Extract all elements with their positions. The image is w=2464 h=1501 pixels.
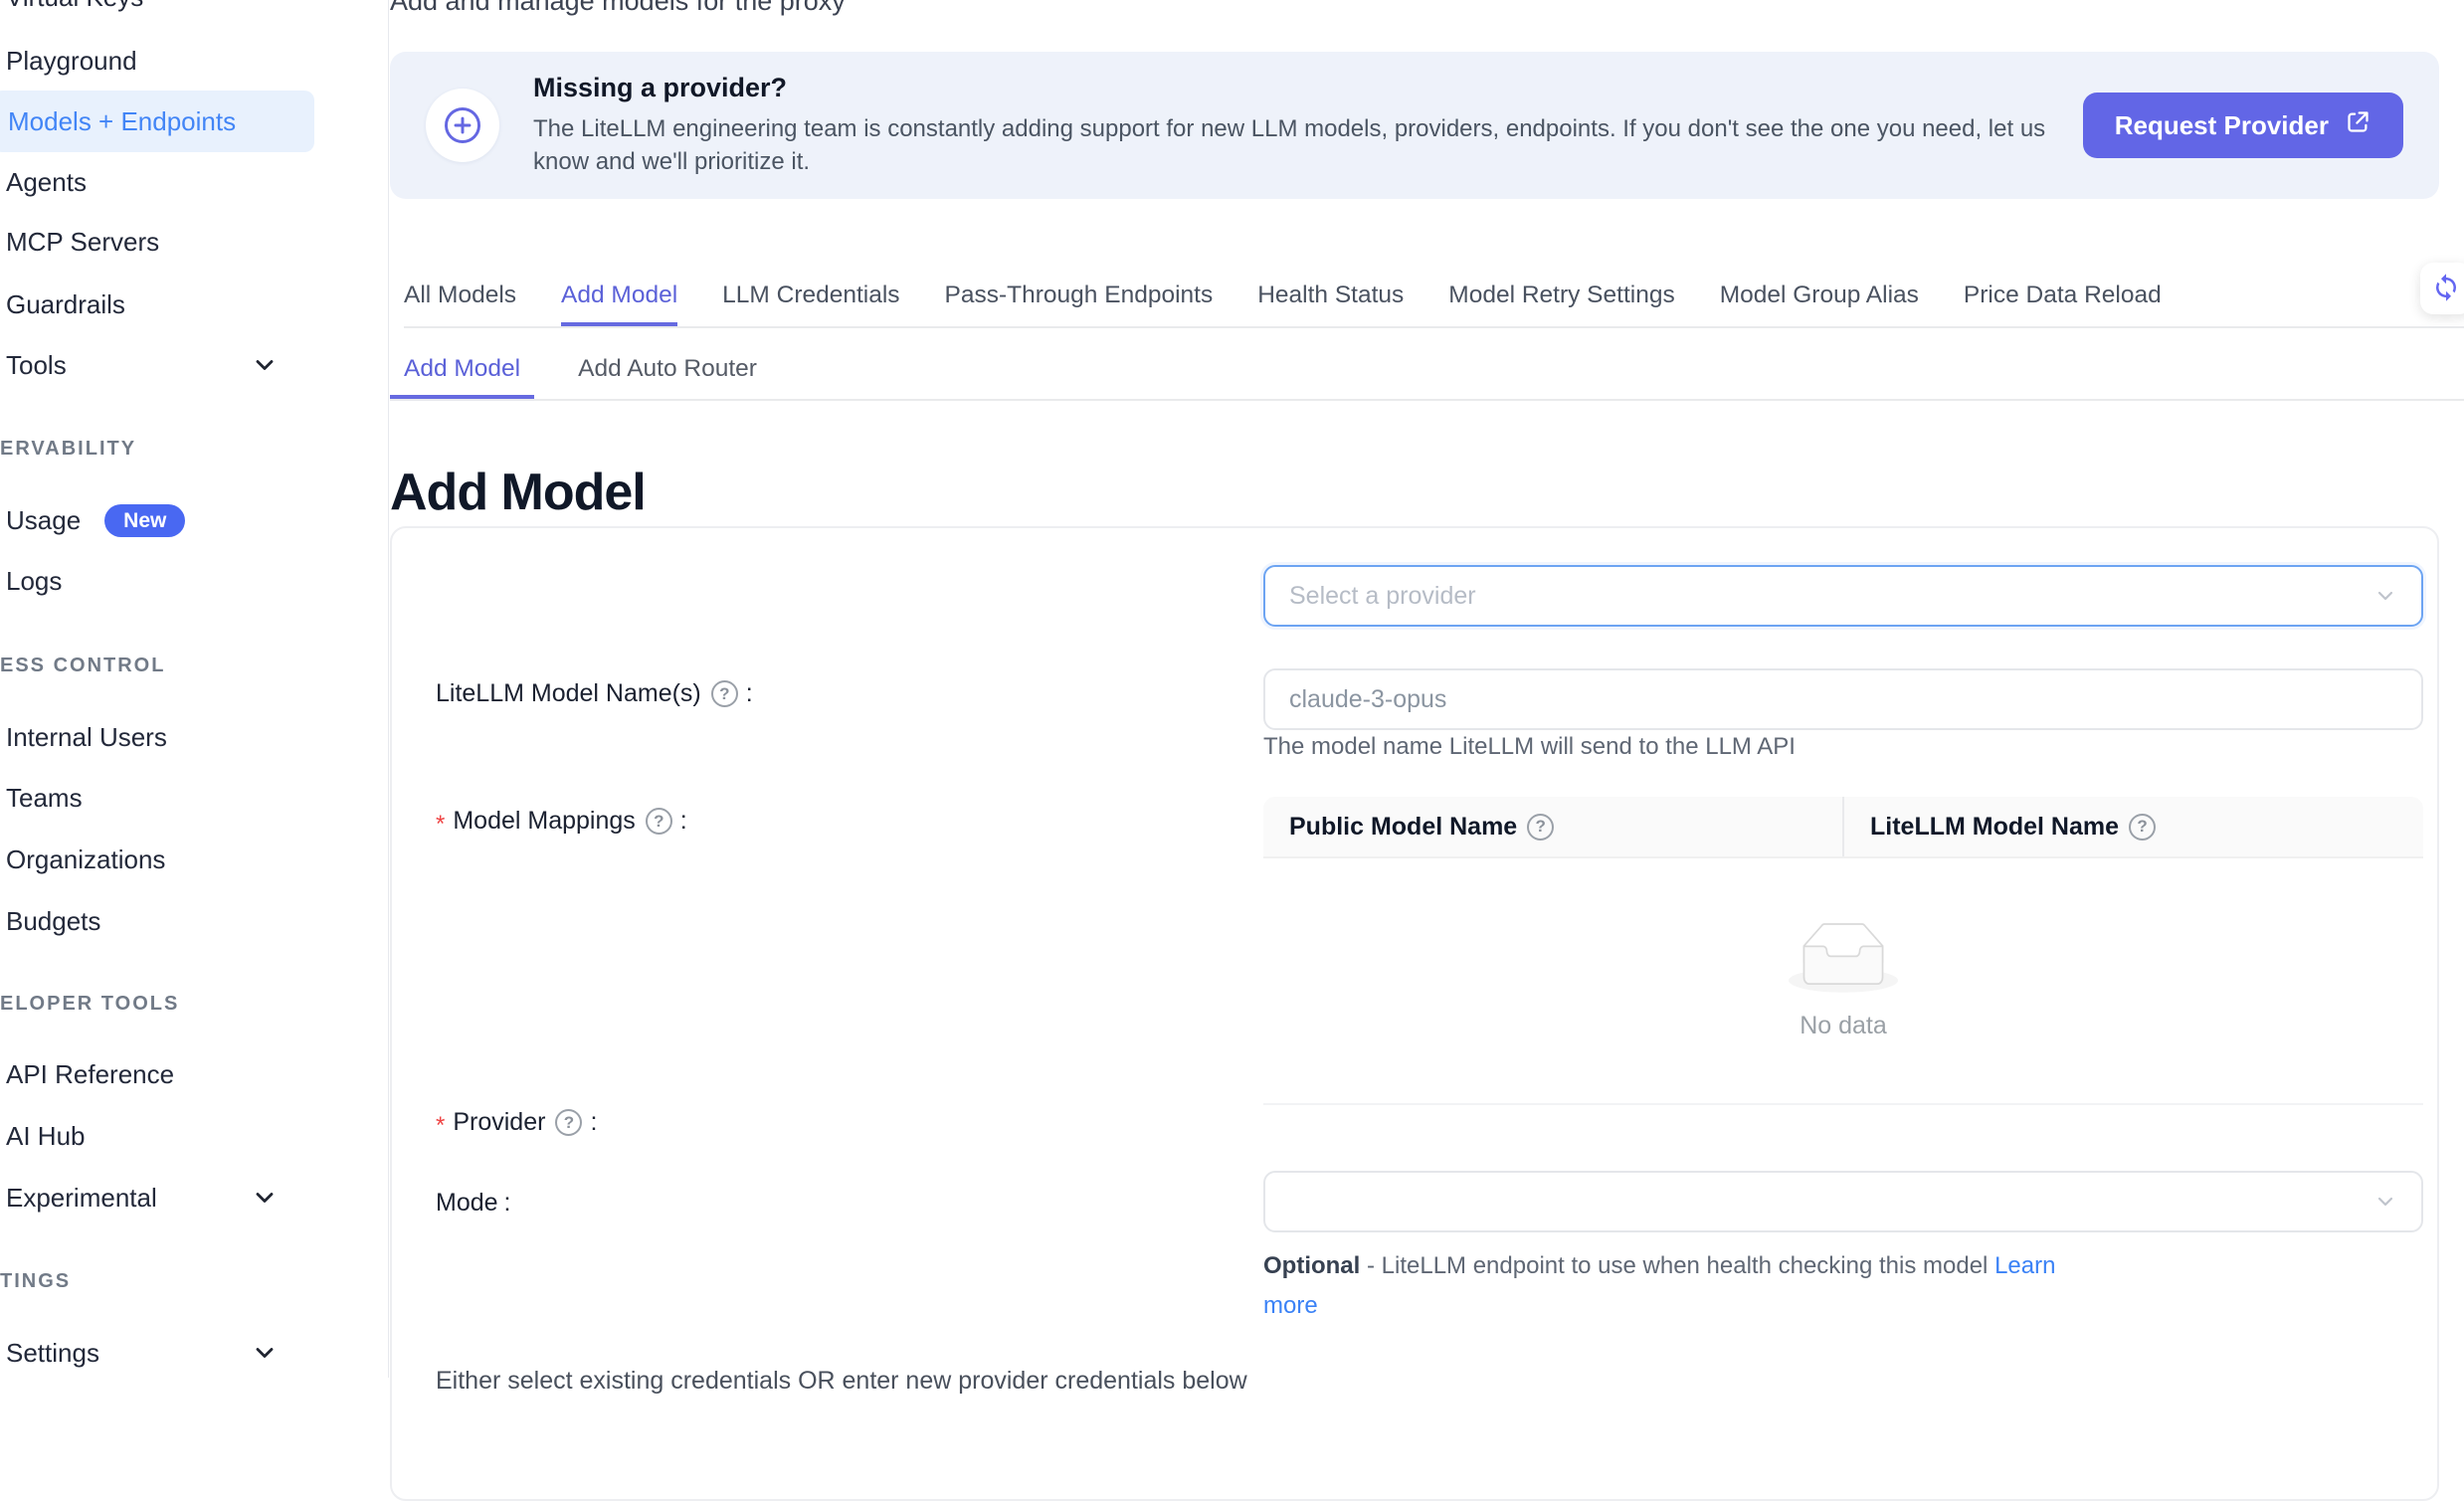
credentials-note: Either select existing credentials OR en…: [436, 1367, 1247, 1396]
chevron-down-icon: [251, 351, 279, 379]
sidebar-item-api-reference[interactable]: API Reference: [6, 1043, 364, 1105]
plus-circle-icon: [426, 89, 499, 162]
banner-body: The LiteLLM engineering team is constant…: [533, 112, 2070, 178]
sidebar-item-teams[interactable]: Teams: [6, 767, 364, 829]
sidebar-item-settings[interactable]: Settings: [6, 1322, 364, 1384]
column-header-litellm-model-name: LiteLLM Model Name: [1842, 797, 2423, 856]
provider-placeholder: Select a provider: [1289, 582, 1476, 611]
tab-model-group-alias[interactable]: Model Group Alias: [1720, 269, 1919, 326]
model-name-label: LiteLLM Model Name(s) :: [436, 679, 753, 708]
mode-select[interactable]: [1263, 1171, 2423, 1232]
sidebar-item-virtual-keys[interactable]: Virtual Keys: [6, 0, 364, 28]
sidebar-item-models-endpoints[interactable]: Models + Endpoints: [0, 91, 314, 152]
add-model-subtabs: Add Model Add Auto Router: [390, 343, 2464, 401]
page-title: Add Model: [390, 463, 646, 522]
subtab-add-model[interactable]: Add Model: [390, 343, 534, 399]
mode-help: Optional - LiteLLM endpoint to use when …: [1263, 1246, 2089, 1326]
model-mappings-label: * Model Mappings :: [436, 807, 687, 836]
empty-inbox-icon: [1789, 922, 1898, 998]
column-header-public-model-name: Public Model Name: [1263, 797, 1842, 856]
tab-llm-credentials[interactable]: LLM Credentials: [722, 269, 899, 326]
sidebar-item-budgets[interactable]: Budgets: [6, 890, 364, 952]
sidebar-item-usage[interactable]: Usage New: [6, 489, 364, 551]
mode-label: Mode :: [436, 1189, 511, 1218]
tab-health-status[interactable]: Health Status: [1257, 269, 1404, 326]
chevron-down-icon: [2373, 584, 2397, 608]
sidebar-item-internal-users[interactable]: Internal Users: [6, 706, 364, 768]
request-provider-button[interactable]: Request Provider: [2083, 93, 2403, 158]
refresh-button[interactable]: [2420, 263, 2464, 314]
sidebar-item-organizations[interactable]: Organizations: [6, 829, 364, 890]
chevron-down-icon: [251, 1184, 279, 1212]
tab-add-model[interactable]: Add Model: [561, 269, 677, 326]
help-icon[interactable]: [646, 808, 672, 835]
empty-state: No data: [1263, 858, 2423, 1103]
new-badge: New: [104, 504, 185, 537]
banner-title: Missing a provider?: [533, 73, 2070, 103]
tab-all-models[interactable]: All Models: [404, 269, 516, 326]
help-icon[interactable]: [2129, 814, 2156, 841]
main-content: Add and manage models for the proxy Miss…: [388, 0, 2464, 1378]
add-model-form-card: * Provider : Select a provider LiteLLM M…: [390, 526, 2439, 1501]
required-asterisk: *: [436, 811, 445, 839]
sidebar-item-guardrails[interactable]: Guardrails: [6, 274, 364, 335]
sidebar-item-playground[interactable]: Playground: [6, 30, 364, 92]
model-name-input[interactable]: [1263, 668, 2423, 730]
sidebar-section-observability: ERVABILITY: [0, 436, 136, 462]
model-tabs: All Models Add Model LLM Credentials Pas…: [404, 269, 2464, 328]
sidebar: Virtual Keys Playground Models + Endpoin…: [0, 0, 389, 1378]
tab-model-retry-settings[interactable]: Model Retry Settings: [1448, 269, 1674, 326]
sidebar-item-agents[interactable]: Agents: [6, 151, 364, 213]
external-link-icon: [2345, 108, 2371, 142]
subtab-add-auto-router[interactable]: Add Auto Router: [564, 343, 771, 399]
help-icon[interactable]: [555, 1109, 582, 1136]
provider-label: * Provider :: [436, 1108, 597, 1137]
chevron-down-icon: [251, 1339, 279, 1367]
provider-select[interactable]: Select a provider: [1263, 565, 2423, 627]
sidebar-section-settings: TINGS: [0, 1268, 71, 1294]
sidebar-item-logs[interactable]: Logs: [6, 550, 364, 612]
sync-icon: [2431, 273, 2461, 305]
required-asterisk: *: [436, 1112, 445, 1140]
tab-pass-through-endpoints[interactable]: Pass-Through Endpoints: [945, 269, 1214, 326]
tab-price-data-reload[interactable]: Price Data Reload: [1964, 269, 2162, 326]
sidebar-item-ai-hub[interactable]: AI Hub: [6, 1105, 364, 1167]
sidebar-item-tools[interactable]: Tools: [6, 334, 364, 396]
sidebar-item-experimental[interactable]: Experimental: [6, 1167, 364, 1228]
sidebar-section-developer-tools: ELOPER TOOLS: [0, 991, 179, 1017]
page-subtitle: Add and manage models for the proxy: [390, 0, 846, 17]
sidebar-item-mcp-servers[interactable]: MCP Servers: [6, 211, 364, 273]
sidebar-section-access-control: ESS CONTROL: [0, 653, 165, 678]
chevron-down-icon: [2373, 1190, 2397, 1214]
help-icon[interactable]: [1527, 814, 1554, 841]
model-mappings-table: Public Model Name LiteLLM Model Name No …: [1263, 797, 2423, 1105]
model-name-help: The model name LiteLLM will send to the …: [1263, 727, 1796, 767]
missing-provider-banner: Missing a provider? The LiteLLM engineer…: [390, 52, 2439, 199]
no-data-text: No data: [1800, 1012, 1887, 1040]
help-icon[interactable]: [711, 680, 738, 707]
